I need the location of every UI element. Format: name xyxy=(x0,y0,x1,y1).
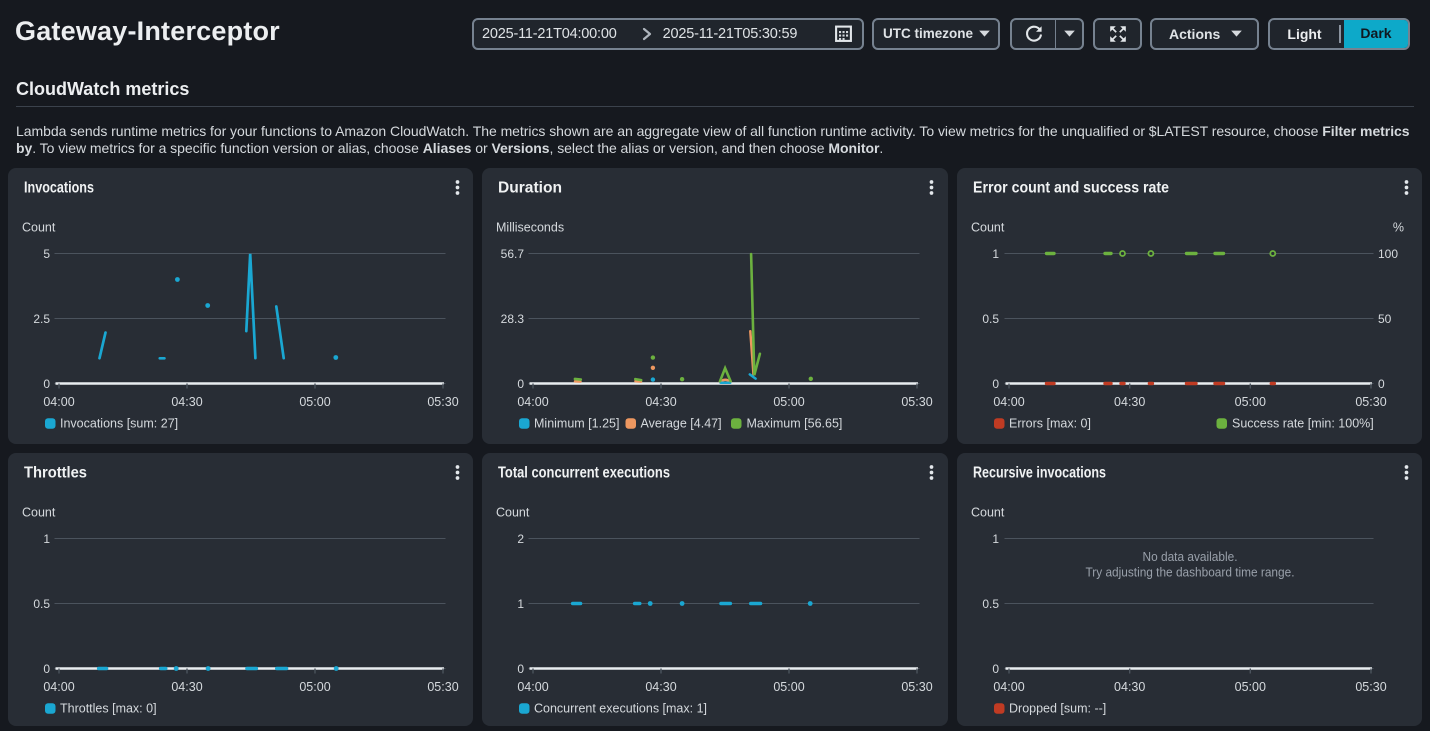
svg-text:0: 0 xyxy=(992,377,999,391)
svg-text:2.5: 2.5 xyxy=(33,312,50,326)
svg-text:Milliseconds: Milliseconds xyxy=(496,221,564,235)
svg-text:No data available.: No data available. xyxy=(1142,550,1237,564)
svg-text:04:30: 04:30 xyxy=(646,680,677,694)
svg-text:Error count and success rate: Error count and success rate xyxy=(973,180,1169,197)
svg-text:05:30: 05:30 xyxy=(1355,680,1386,694)
svg-text:1: 1 xyxy=(43,532,50,546)
svg-text:Count: Count xyxy=(971,221,1005,235)
svg-text:04:00: 04:00 xyxy=(43,395,74,409)
svg-text:0: 0 xyxy=(43,662,50,676)
svg-text:Count: Count xyxy=(496,506,530,520)
svg-text:0.5: 0.5 xyxy=(33,597,50,611)
svg-text:0: 0 xyxy=(43,377,50,391)
svg-text:Concurrent executions [max: 1]: Concurrent executions [max: 1] xyxy=(534,702,707,716)
svg-text:04:30: 04:30 xyxy=(1114,395,1145,409)
svg-text:56.7: 56.7 xyxy=(501,247,525,261)
svg-text:Average [4.47]: Average [4.47] xyxy=(641,417,722,431)
svg-text:Errors [max: 0]: Errors [max: 0] xyxy=(1009,417,1091,431)
svg-text:1: 1 xyxy=(992,247,999,261)
svg-text:%: % xyxy=(1393,221,1404,235)
svg-text:05:30: 05:30 xyxy=(902,395,933,409)
svg-text:04:00: 04:00 xyxy=(518,680,549,694)
svg-text:Throttles [max: 0]: Throttles [max: 0] xyxy=(60,702,157,716)
svg-text:Try adjusting the dashboard ti: Try adjusting the dashboard time range. xyxy=(1085,566,1294,580)
svg-text:04:00: 04:00 xyxy=(993,680,1024,694)
svg-text:Invocations [sum: 27]: Invocations [sum: 27] xyxy=(60,417,178,431)
svg-text:0.5: 0.5 xyxy=(982,312,999,326)
svg-text:Invocations: Invocations xyxy=(24,180,94,197)
svg-text:04:30: 04:30 xyxy=(646,395,677,409)
svg-text:05:00: 05:00 xyxy=(1234,395,1265,409)
svg-text:04:30: 04:30 xyxy=(171,395,202,409)
svg-text:1: 1 xyxy=(992,532,999,546)
svg-text:04:30: 04:30 xyxy=(171,680,202,694)
svg-text:2: 2 xyxy=(518,532,525,546)
svg-text:Minimum [1.25]: Minimum [1.25] xyxy=(534,417,619,431)
svg-text:05:00: 05:00 xyxy=(299,395,330,409)
svg-text:04:00: 04:00 xyxy=(43,680,74,694)
svg-text:5: 5 xyxy=(43,247,50,261)
svg-text:50: 50 xyxy=(1378,312,1392,326)
svg-text:05:30: 05:30 xyxy=(427,395,458,409)
svg-text:05:30: 05:30 xyxy=(902,680,933,694)
svg-text:05:00: 05:00 xyxy=(774,395,805,409)
svg-text:Duration: Duration xyxy=(498,180,562,197)
svg-text:0: 0 xyxy=(1378,377,1385,391)
svg-text:04:30: 04:30 xyxy=(1114,680,1145,694)
svg-text:0: 0 xyxy=(992,662,999,676)
svg-text:0: 0 xyxy=(518,662,525,676)
svg-text:04:00: 04:00 xyxy=(993,395,1024,409)
svg-text:0.5: 0.5 xyxy=(982,597,999,611)
svg-text:Count: Count xyxy=(22,221,56,235)
svg-text:Dropped [sum: --]: Dropped [sum: --] xyxy=(1009,702,1106,716)
svg-text:05:00: 05:00 xyxy=(774,680,805,694)
svg-text:0: 0 xyxy=(518,377,525,391)
svg-text:28.3: 28.3 xyxy=(501,312,525,326)
svg-text:100: 100 xyxy=(1378,247,1398,261)
svg-text:Maximum [56.65]: Maximum [56.65] xyxy=(747,417,843,431)
svg-text:05:30: 05:30 xyxy=(427,680,458,694)
svg-text:Success rate [min: 100%]: Success rate [min: 100%] xyxy=(1232,417,1374,431)
svg-text:05:00: 05:00 xyxy=(1234,680,1265,694)
svg-text:05:30: 05:30 xyxy=(1355,395,1386,409)
svg-text:Throttles: Throttles xyxy=(24,465,87,482)
svg-text:Count: Count xyxy=(22,506,56,520)
svg-text:1: 1 xyxy=(518,597,525,611)
svg-text:Total concurrent executions: Total concurrent executions xyxy=(498,465,670,482)
svg-text:04:00: 04:00 xyxy=(518,395,549,409)
svg-text:Recursive invocations: Recursive invocations xyxy=(973,465,1106,482)
svg-text:05:00: 05:00 xyxy=(299,680,330,694)
svg-text:Count: Count xyxy=(971,506,1005,520)
